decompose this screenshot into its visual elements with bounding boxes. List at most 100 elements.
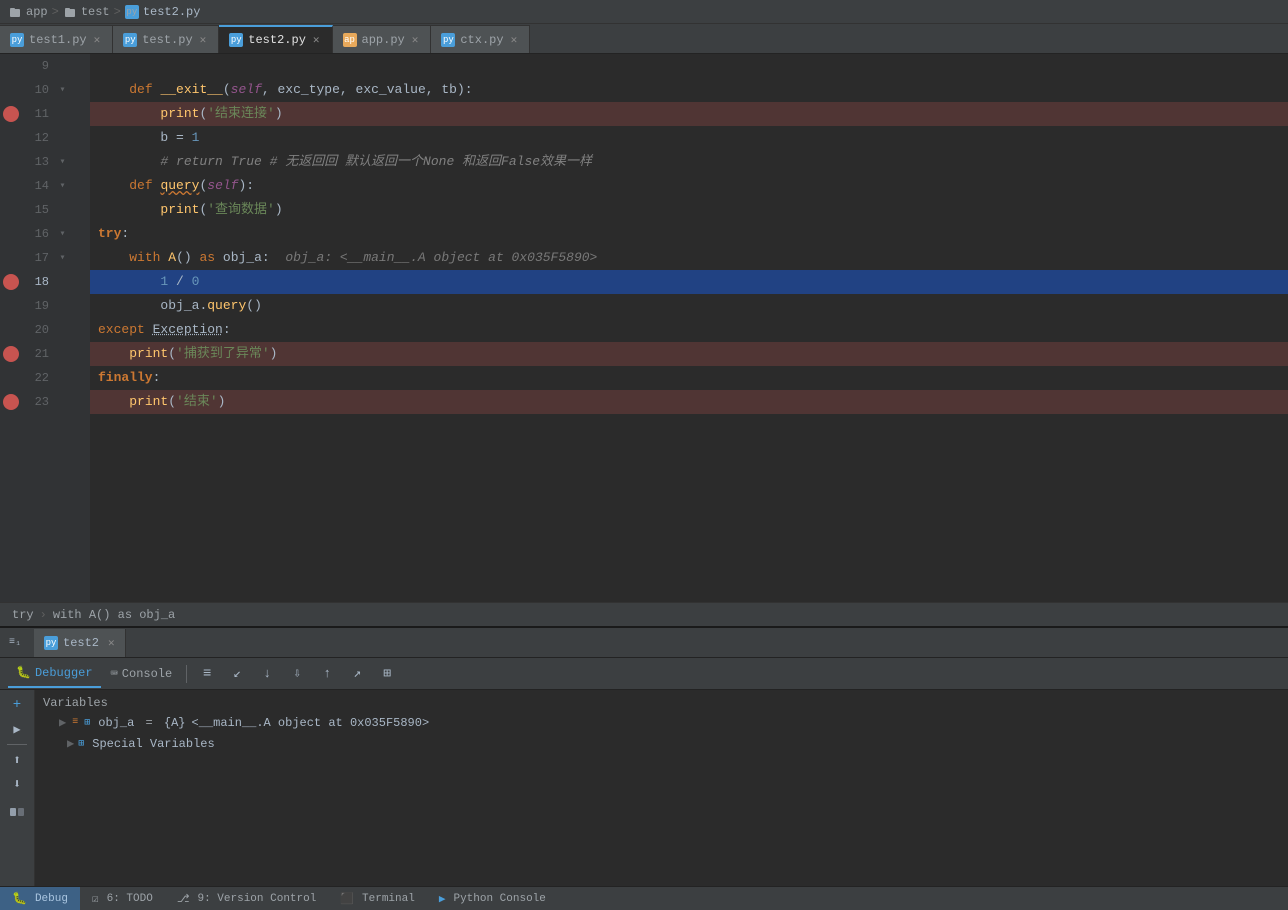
fold-14[interactable]: ▾ — [55, 174, 70, 198]
breakpoint-21[interactable] — [3, 346, 19, 362]
code-line-11: print('结束连接') — [90, 102, 1288, 126]
bp-area-18[interactable] — [0, 270, 20, 294]
code-line-20: except Exception: — [90, 318, 1288, 342]
breadcrumb-bar: app > test > py test2.py — [0, 0, 1288, 24]
tab-ctx-icon: py — [441, 33, 455, 47]
debug-btn-list[interactable]: ≡ — [193, 662, 221, 686]
breakpoint-18[interactable] — [3, 274, 19, 290]
debug-add-btn[interactable]: + — [6, 694, 28, 716]
debug-btn-step-into-my[interactable]: ⇩ — [283, 662, 311, 686]
python-console-icon: ▶ — [439, 892, 446, 906]
line-num-18: 18 — [20, 270, 55, 294]
gutter-row-9: 9 — [0, 54, 90, 78]
var-row-obj_a[interactable]: ▶ ≡ ⊞ obj_a = {A} <__main__.A object at … — [35, 712, 1288, 733]
debugger-tab[interactable]: 🐛 Debugger — [8, 660, 101, 688]
bp-area-10[interactable] — [0, 78, 20, 102]
tab-test[interactable]: py test.py ✕ — [113, 25, 219, 53]
status-todo[interactable]: ☑ 6: TODO — [80, 887, 165, 910]
debug-session-test2[interactable]: py test2 ✕ — [34, 629, 126, 657]
debug-stacks-btn[interactable]: ≡₁ — [4, 632, 26, 654]
bp-area-17[interactable] — [0, 246, 20, 270]
code-editor: 9 10 ▾ 11 12 — [0, 54, 1288, 602]
fold-12 — [55, 126, 70, 150]
code-line-13: # return True # 无返回回 默认返回一个None 和返回False… — [90, 150, 1288, 174]
todo-label: 6: TODO — [107, 893, 153, 905]
breadcrumb-file[interactable]: test2.py — [143, 5, 201, 19]
debug-session-icon: py — [44, 636, 58, 650]
debug-btn-run-to[interactable]: ↗ — [343, 662, 371, 686]
debug-btn-step-into[interactable]: ↓ — [253, 662, 281, 686]
bp-area-15[interactable] — [0, 198, 20, 222]
fold-19 — [55, 294, 70, 318]
bp-area-14[interactable] — [0, 174, 20, 198]
gutter-row-20: 20 — [0, 318, 90, 342]
bp-area-13[interactable] — [0, 150, 20, 174]
bp-area-21[interactable] — [0, 342, 20, 366]
var-expand-special[interactable]: ▶ — [67, 736, 74, 751]
tab-ctx[interactable]: py ctx.py ✕ — [431, 25, 530, 53]
fold-13[interactable]: ▾ — [55, 150, 70, 174]
bp-area-11[interactable] — [0, 102, 20, 126]
code-line-14: def query(self): — [90, 174, 1288, 198]
debug-up-btn[interactable]: ⬆ — [6, 749, 28, 771]
bp-area-9[interactable] — [0, 54, 20, 78]
var-grid-icon-special: ⊞ — [78, 738, 84, 750]
terminal-label: Terminal — [362, 893, 415, 905]
line-num-13: 13 — [20, 150, 55, 174]
status-python-console[interactable]: ▶ Python Console — [427, 887, 558, 910]
editor-breadcrumb: try › with A() as obj_a — [0, 602, 1288, 626]
code-content[interactable]: def __exit__(self, exc_type, exc_value, … — [90, 54, 1288, 602]
breakpoint-23[interactable] — [3, 394, 19, 410]
bp-area-16[interactable] — [0, 222, 20, 246]
python-console-label: Python Console — [453, 893, 545, 905]
tab-test-label: test.py — [142, 33, 192, 47]
breakpoint-11[interactable] — [3, 106, 19, 122]
fold-17[interactable]: ▾ — [55, 246, 70, 270]
bp-area-22[interactable] — [0, 366, 20, 390]
debug-btn-step-over[interactable]: ↙ — [223, 662, 251, 686]
var-expand-obj_a[interactable]: ▶ — [59, 715, 66, 730]
debug-toolbar: 🐛 Debugger ⌨ Console ≡ ↙ ↓ ⇩ ↑ ↗ ⊞ — [0, 658, 1288, 690]
status-terminal[interactable]: ⬛ Terminal — [328, 887, 427, 910]
bp-area-23[interactable] — [0, 390, 20, 414]
terminal-icon: ⬛ — [340, 892, 354, 906]
tab-app-label: app.py — [362, 33, 405, 47]
debug-content-area: + ▶ ⬆ ⬇ Variables ▶ ≡ ⊞ obj_a = {A} — [0, 690, 1288, 886]
tab-test1[interactable]: py test1.py ✕ — [0, 25, 113, 53]
tab-test2-close[interactable]: ✕ — [311, 32, 322, 48]
tab-ctx-close[interactable]: ✕ — [509, 32, 520, 48]
tab-test2[interactable]: py test2.py ✕ — [219, 25, 332, 53]
var-row-special[interactable]: ▶ ⊞ Special Variables — [35, 733, 1288, 754]
bp-area-12[interactable] — [0, 126, 20, 150]
bp-area-19[interactable] — [0, 294, 20, 318]
debug-status-label: Debug — [35, 893, 68, 905]
variables-header: Variables — [35, 694, 1288, 712]
fold-11 — [55, 102, 70, 126]
tab-app-close[interactable]: ✕ — [410, 32, 421, 48]
line-num-14: 14 — [20, 174, 55, 198]
debug-left-controls: ≡₁ — [0, 630, 30, 656]
debug-session-close[interactable]: ✕ — [108, 636, 115, 650]
gutter-row-14: 14 ▾ — [0, 174, 90, 198]
tab-test-close[interactable]: ✕ — [198, 32, 209, 48]
breadcrumb-app[interactable]: app — [26, 5, 48, 19]
debug-btn-evaluate[interactable]: ⊞ — [373, 662, 401, 686]
debug-side-panel-btn[interactable] — [6, 801, 28, 823]
editor-bc-try: try — [12, 608, 34, 622]
tab-test1-close[interactable]: ✕ — [92, 32, 103, 48]
fold-16[interactable]: ▾ — [55, 222, 70, 246]
breadcrumb-file-icon: py — [125, 5, 139, 19]
breadcrumb-test[interactable]: test — [81, 5, 110, 19]
fold-10[interactable]: ▾ — [55, 78, 70, 102]
debug-btn-step-out[interactable]: ↑ — [313, 662, 341, 686]
status-debug[interactable]: 🐛 Debug — [0, 887, 80, 910]
debug-expand-btn[interactable]: ▶ — [6, 718, 28, 740]
debug-down-btn[interactable]: ⬇ — [6, 773, 28, 795]
gutter-row-23: 23 — [0, 390, 90, 414]
bp-area-20[interactable] — [0, 318, 20, 342]
variables-label: Variables — [43, 696, 108, 710]
line-num-10: 10 — [20, 78, 55, 102]
console-tab[interactable]: ⌨ Console — [103, 660, 181, 688]
tab-app[interactable]: ap app.py ✕ — [333, 25, 432, 53]
status-version[interactable]: ⎇ 9: Version Control — [165, 887, 329, 910]
